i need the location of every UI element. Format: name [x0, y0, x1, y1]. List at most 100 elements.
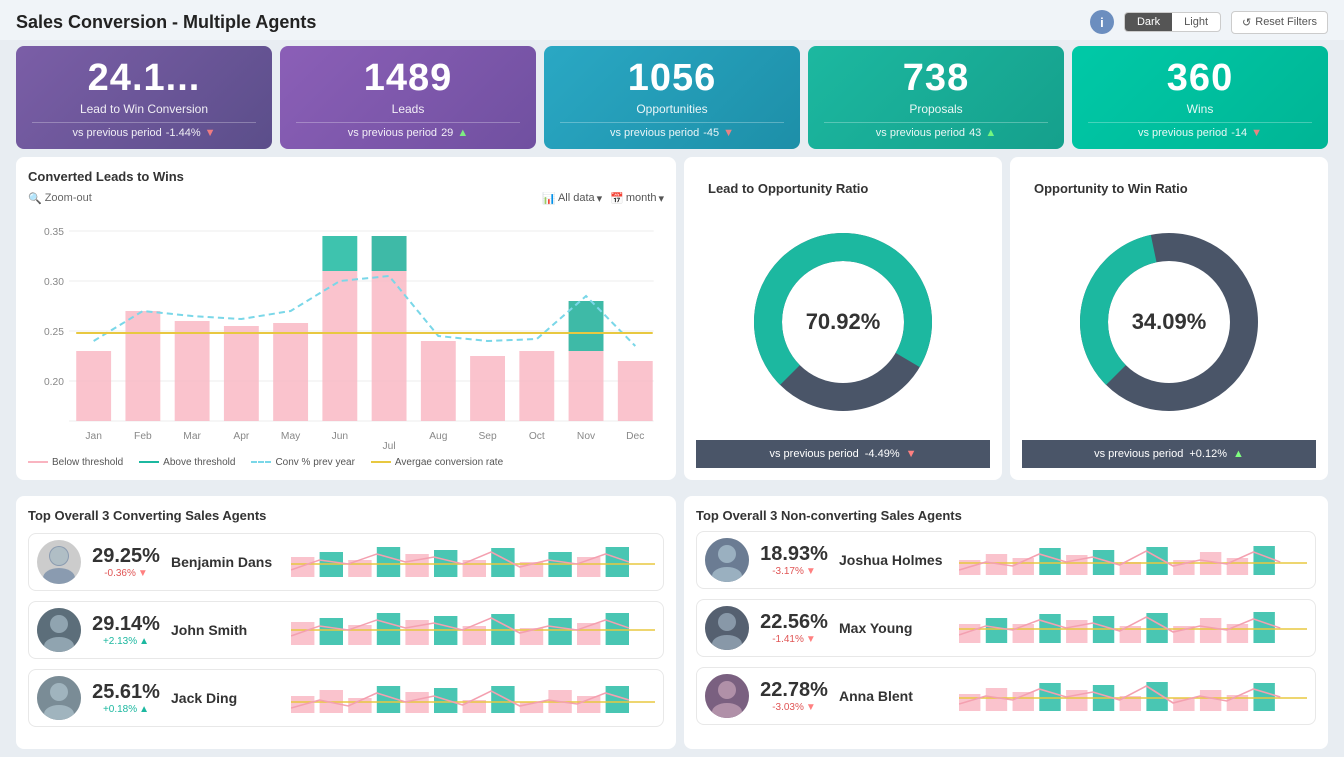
chart-controls: 🔍 Zoom-out 📊 All data ▾ 📅 month ▾ — [28, 192, 664, 205]
svg-text:May: May — [281, 431, 301, 442]
header-controls: i Dark Light ↺ Reset Filters — [1090, 10, 1328, 34]
opp-to-win-title: Opportunity to Win Ratio — [1022, 169, 1316, 196]
trend-up-icon: ▲ — [457, 127, 468, 139]
svg-text:Jun: Jun — [332, 431, 349, 442]
svg-text:Oct: Oct — [529, 431, 545, 442]
agent-stat-jackding: 25.61% +0.18% ▲ — [91, 681, 161, 715]
kpi-value-wins: 360 — [1088, 58, 1312, 100]
kpi-card-leads: 1489 Leads vs previous period 29 ▲ — [280, 46, 536, 149]
legend-above-threshold: Above threshold — [139, 457, 235, 468]
page-title: Sales Conversion - Multiple Agents — [16, 12, 316, 33]
sparkline-anna — [959, 676, 1307, 716]
light-mode-btn[interactable]: Light — [1172, 13, 1220, 31]
agent-row-jackding: 25.61% +0.18% ▲ Jack Ding — [28, 669, 664, 727]
kpi-compare-wins: vs previous period -14 ▼ — [1088, 122, 1312, 141]
trend-down-icon: ▼ — [205, 127, 216, 139]
lead-to-opp-title: Lead to Opportunity Ratio — [696, 169, 990, 196]
converted-leads-chart-panel: Converted Leads to Wins 🔍 Zoom-out 📊 All… — [16, 157, 676, 480]
sparkline-max — [959, 608, 1307, 648]
main-grid: Converted Leads to Wins 🔍 Zoom-out 📊 All… — [0, 157, 1344, 496]
lead-to-opp-donut: 70.92% — [696, 204, 990, 440]
top-converting-panel: Top Overall 3 Converting Sales Agents 29… — [16, 496, 676, 749]
svg-text:70.92%: 70.92% — [806, 309, 881, 334]
svg-text:0.30: 0.30 — [44, 277, 64, 288]
kpi-row: 24.1... Lead to Win Conversion vs previo… — [0, 40, 1344, 157]
dark-mode-btn[interactable]: Dark — [1125, 13, 1172, 31]
info-button[interactable]: i — [1090, 10, 1114, 34]
kpi-compare-lead-conversion: vs previous period -1.44% ▼ — [32, 122, 256, 141]
svg-text:0.25: 0.25 — [44, 327, 64, 338]
legend-conv-prev-year: Conv % prev year — [251, 457, 354, 468]
bottom-row: Top Overall 3 Converting Sales Agents 29… — [0, 496, 1344, 757]
trend-down-icon: ▼ — [906, 448, 917, 460]
trend-down-icon: ▼ — [1251, 127, 1262, 139]
kpi-label-wins: Wins — [1088, 102, 1312, 116]
svg-text:Apr: Apr — [233, 431, 250, 442]
avatar-benjamin — [37, 540, 81, 584]
sparkline-johnsmith — [291, 610, 655, 650]
kpi-value-lead-conversion: 24.1... — [32, 58, 256, 100]
kpi-compare-opportunities: vs previous period -45 ▼ — [560, 122, 784, 141]
agent-name-joshua: Joshua Holmes — [839, 552, 949, 568]
kpi-value-leads: 1489 — [296, 58, 520, 100]
agent-name-benjamin: Benjamin Dans — [171, 554, 281, 570]
agent-name-anna: Anna Blent — [839, 688, 949, 704]
top-converting-title: Top Overall 3 Converting Sales Agents — [28, 508, 664, 523]
agent-row-anna: 22.78% -3.03% ▼ Anna Blent — [696, 667, 1316, 725]
kpi-label-leads: Leads — [296, 102, 520, 116]
opp-to-win-panel: Opportunity to Win Ratio 34.09% vs previ… — [1010, 157, 1328, 480]
agent-row-joshua: 18.93% -3.17% ▼ Joshua Holmes — [696, 531, 1316, 589]
kpi-label-lead-conversion: Lead to Win Conversion — [32, 102, 256, 116]
svg-text:Aug: Aug — [429, 431, 447, 442]
sparkline-benjamin — [291, 542, 655, 582]
all-data-filter[interactable]: 📊 All data ▾ — [542, 192, 602, 205]
avatar-joshua — [705, 538, 749, 582]
agent-stat-johnsmith: 29.14% +2.13% ▲ — [91, 613, 161, 647]
kpi-label-opportunities: Opportunities — [560, 102, 784, 116]
theme-toggle[interactable]: Dark Light — [1124, 12, 1221, 32]
chart-filters: 📊 All data ▾ 📅 month ▾ — [542, 192, 664, 205]
line-bar-chart: 0.35 0.30 0.25 0.20 — [28, 211, 664, 451]
svg-text:Jul: Jul — [383, 441, 396, 451]
chart-title: Converted Leads to Wins — [28, 169, 664, 184]
reset-icon: ↺ — [1242, 16, 1251, 29]
lead-to-opp-footer: vs previous period -4.49% ▼ — [696, 440, 990, 468]
chevron-down-icon: ▾ — [658, 192, 664, 205]
month-filter[interactable]: 📅 month ▾ — [610, 192, 664, 205]
zoom-out-button[interactable]: 🔍 Zoom-out — [28, 192, 92, 205]
trend-up-icon: ▲ — [1233, 448, 1244, 460]
svg-text:Sep: Sep — [478, 431, 497, 442]
svg-text:Feb: Feb — [134, 431, 152, 442]
agent-stat-anna: 22.78% -3.03% ▼ — [759, 679, 829, 713]
avatar-anna — [705, 674, 749, 718]
agent-stat-max: 22.56% -1.41% ▼ — [759, 611, 829, 645]
agent-row-johnsmith: 29.14% +2.13% ▲ John Smith — [28, 601, 664, 659]
kpi-card-opportunities: 1056 Opportunities vs previous period -4… — [544, 46, 800, 149]
reset-filters-button[interactable]: ↺ Reset Filters — [1231, 11, 1328, 34]
kpi-card-proposals: 738 Proposals vs previous period 43 ▲ — [808, 46, 1064, 149]
magnifier-icon: 🔍 — [28, 192, 42, 205]
agent-name-jackding: Jack Ding — [171, 690, 281, 706]
svg-text:Jan: Jan — [85, 431, 102, 442]
agent-name-max: Max Young — [839, 620, 949, 636]
svg-text:0.35: 0.35 — [44, 227, 64, 238]
chart-legend: Below threshold Above threshold Conv % p… — [28, 457, 664, 468]
kpi-compare-proposals: vs previous period 43 ▲ — [824, 122, 1048, 141]
kpi-card-lead-conversion: 24.1... Lead to Win Conversion vs previo… — [16, 46, 272, 149]
svg-text:Dec: Dec — [626, 431, 644, 442]
kpi-value-opportunities: 1056 — [560, 58, 784, 100]
trend-down-icon: ▼ — [723, 127, 734, 139]
agent-row-max: 22.56% -1.41% ▼ Max Young — [696, 599, 1316, 657]
top-nonconverting-panel: Top Overall 3 Non-converting Sales Agent… — [684, 496, 1328, 749]
kpi-label-proposals: Proposals — [824, 102, 1048, 116]
avatar-jackding — [37, 676, 81, 720]
trend-up-icon: ▲ — [985, 127, 996, 139]
kpi-value-proposals: 738 — [824, 58, 1048, 100]
svg-text:Mar: Mar — [183, 431, 201, 442]
opp-to-win-donut: 34.09% — [1022, 204, 1316, 440]
svg-text:Nov: Nov — [577, 431, 596, 442]
top-nonconverting-title: Top Overall 3 Non-converting Sales Agent… — [696, 508, 1316, 523]
avatar-max — [705, 606, 749, 650]
chevron-down-icon: ▾ — [597, 192, 603, 205]
header: Sales Conversion - Multiple Agents i Dar… — [0, 0, 1344, 40]
